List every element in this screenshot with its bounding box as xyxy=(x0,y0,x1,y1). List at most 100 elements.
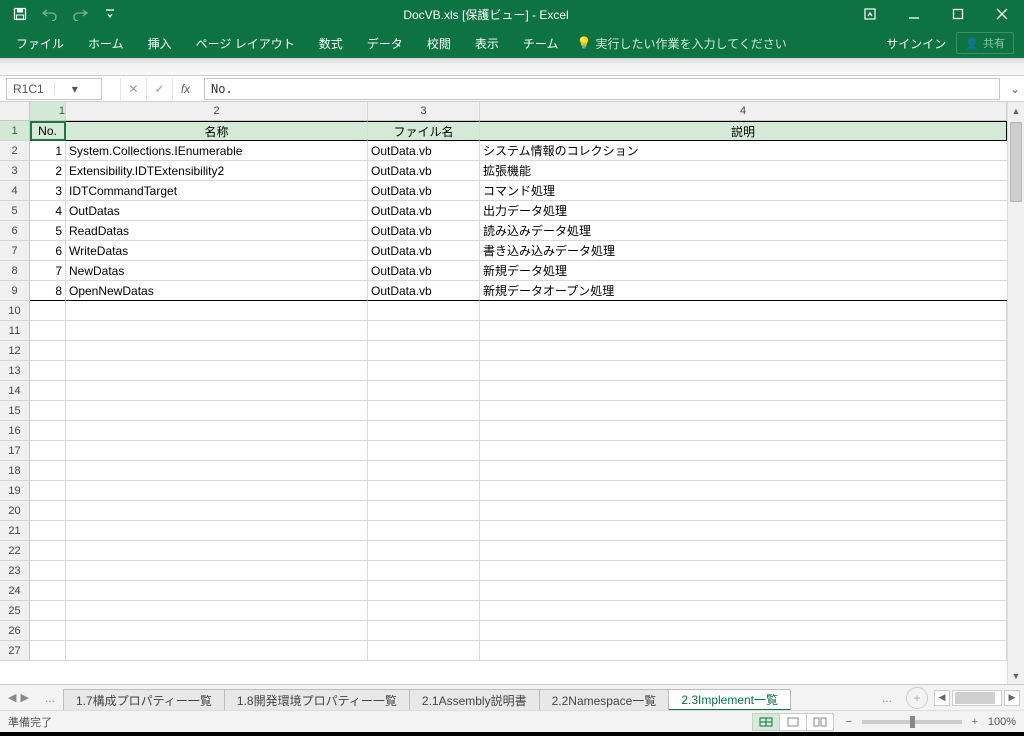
cell-desc[interactable]: 出力データ処理 xyxy=(480,201,1007,221)
cell[interactable] xyxy=(480,621,1007,641)
row-header[interactable]: 2 xyxy=(0,141,30,161)
insert-function-button[interactable]: fx xyxy=(172,78,198,100)
sheet-nav-prev[interactable]: ◀ xyxy=(8,691,16,704)
cell-name[interactable]: IDTCommandTarget xyxy=(66,181,368,201)
cell[interactable] xyxy=(480,401,1007,421)
cell[interactable] xyxy=(30,541,66,561)
vertical-scrollbar[interactable]: ▲ ▼ xyxy=(1007,102,1024,684)
cell[interactable] xyxy=(368,621,480,641)
sheet-tab[interactable]: 1.7構成プロパティー一覧 xyxy=(63,689,225,711)
row-header[interactable]: 25 xyxy=(0,601,30,621)
cell-desc[interactable]: 読み込みデータ処理 xyxy=(480,221,1007,241)
scroll-up-button[interactable]: ▲ xyxy=(1008,102,1024,119)
cell[interactable] xyxy=(480,541,1007,561)
col-header-3[interactable]: 3 xyxy=(368,102,480,120)
cell[interactable] xyxy=(480,461,1007,481)
cell[interactable] xyxy=(368,601,480,621)
cell[interactable] xyxy=(480,521,1007,541)
cell[interactable] xyxy=(368,381,480,401)
scroll-thumb[interactable] xyxy=(1010,122,1022,202)
share-button[interactable]: 👤 共有 xyxy=(956,32,1014,54)
sheet-tab[interactable]: 2.1Assembly説明書 xyxy=(409,689,540,711)
cell-file[interactable]: OutData.vb xyxy=(368,221,480,241)
tab-team[interactable]: チーム xyxy=(511,28,571,58)
row-header[interactable]: 6 xyxy=(0,221,30,241)
new-sheet-button[interactable]: + xyxy=(906,687,928,709)
cancel-formula-button[interactable]: ✕ xyxy=(120,78,146,100)
cell[interactable] xyxy=(368,321,480,341)
cell-no[interactable]: 5 xyxy=(30,221,66,241)
tab-pagelayout[interactable]: ページ レイアウト xyxy=(184,28,307,58)
cell[interactable] xyxy=(480,421,1007,441)
cell[interactable] xyxy=(480,381,1007,401)
cell[interactable] xyxy=(368,361,480,381)
cell-no[interactable]: 7 xyxy=(30,261,66,281)
cell[interactable] xyxy=(480,601,1007,621)
cell[interactable] xyxy=(480,341,1007,361)
row-header[interactable]: 5 xyxy=(0,201,30,221)
row-header[interactable]: 23 xyxy=(0,561,30,581)
col-header-4[interactable]: 4 xyxy=(480,102,1007,120)
header-file[interactable]: ファイル名 xyxy=(368,121,480,141)
cell-no[interactable]: 4 xyxy=(30,201,66,221)
cell[interactable] xyxy=(30,601,66,621)
row-header[interactable]: 20 xyxy=(0,501,30,521)
cell[interactable] xyxy=(66,561,368,581)
cell[interactable] xyxy=(368,541,480,561)
cell[interactable] xyxy=(480,501,1007,521)
cell[interactable] xyxy=(30,381,66,401)
cell[interactable] xyxy=(66,601,368,621)
cell-file[interactable]: OutData.vb xyxy=(368,281,480,301)
cell-name[interactable]: WriteDatas xyxy=(66,241,368,261)
cell[interactable] xyxy=(480,301,1007,321)
ribbon-options-button[interactable] xyxy=(848,0,892,28)
zoom-slider[interactable] xyxy=(862,720,962,724)
cell[interactable] xyxy=(30,621,66,641)
name-box-dropdown[interactable]: ▾ xyxy=(54,82,96,96)
row-header[interactable]: 15 xyxy=(0,401,30,421)
cell-desc[interactable]: 新規データオープン処理 xyxy=(480,281,1007,301)
cell[interactable] xyxy=(66,581,368,601)
cell[interactable] xyxy=(66,441,368,461)
cell[interactable] xyxy=(30,361,66,381)
maximize-button[interactable] xyxy=(936,0,980,28)
col-header-1[interactable]: 1 xyxy=(30,102,66,120)
enter-formula-button[interactable]: ✓ xyxy=(146,78,172,100)
cell[interactable] xyxy=(368,461,480,481)
row-header[interactable]: 4 xyxy=(0,181,30,201)
cell[interactable] xyxy=(66,541,368,561)
zoom-knob[interactable] xyxy=(910,716,915,728)
tab-insert[interactable]: 挿入 xyxy=(136,28,184,58)
header-desc[interactable]: 説明 xyxy=(480,121,1007,141)
formula-input[interactable]: No. xyxy=(204,78,1000,100)
cell-file[interactable]: OutData.vb xyxy=(368,181,480,201)
cell-name[interactable]: ReadDatas xyxy=(66,221,368,241)
scroll-down-button[interactable]: ▼ xyxy=(1008,667,1024,684)
sheet-overflow-left[interactable]: ... xyxy=(37,691,63,705)
cell-no[interactable]: 6 xyxy=(30,241,66,261)
normal-view-button[interactable] xyxy=(752,713,780,731)
zoom-in-button[interactable]: + xyxy=(968,716,982,728)
zoom-value[interactable]: 100% xyxy=(988,716,1016,728)
cell-file[interactable]: OutData.vb xyxy=(368,141,480,161)
row-header[interactable]: 14 xyxy=(0,381,30,401)
row-header[interactable]: 27 xyxy=(0,641,30,661)
tell-me-search[interactable]: 💡 実行したい作業を入力してください xyxy=(576,35,786,52)
tab-data[interactable]: データ xyxy=(355,28,415,58)
row-header[interactable]: 9 xyxy=(0,281,30,301)
cell[interactable] xyxy=(368,481,480,501)
tab-home[interactable]: ホーム xyxy=(76,28,136,58)
cell[interactable] xyxy=(30,581,66,601)
cell[interactable] xyxy=(368,301,480,321)
cell[interactable] xyxy=(30,461,66,481)
pagelayout-view-button[interactable] xyxy=(779,713,807,731)
row-header[interactable]: 12 xyxy=(0,341,30,361)
row-header[interactable]: 10 xyxy=(0,301,30,321)
cell[interactable] xyxy=(66,341,368,361)
row-header[interactable]: 19 xyxy=(0,481,30,501)
cell[interactable] xyxy=(30,501,66,521)
sheet-nav-next[interactable]: ▶ xyxy=(20,691,28,704)
horizontal-scrollbar[interactable]: ◀ ▶ xyxy=(934,690,1024,706)
select-all-corner[interactable] xyxy=(0,102,30,120)
row-header[interactable]: 8 xyxy=(0,261,30,281)
